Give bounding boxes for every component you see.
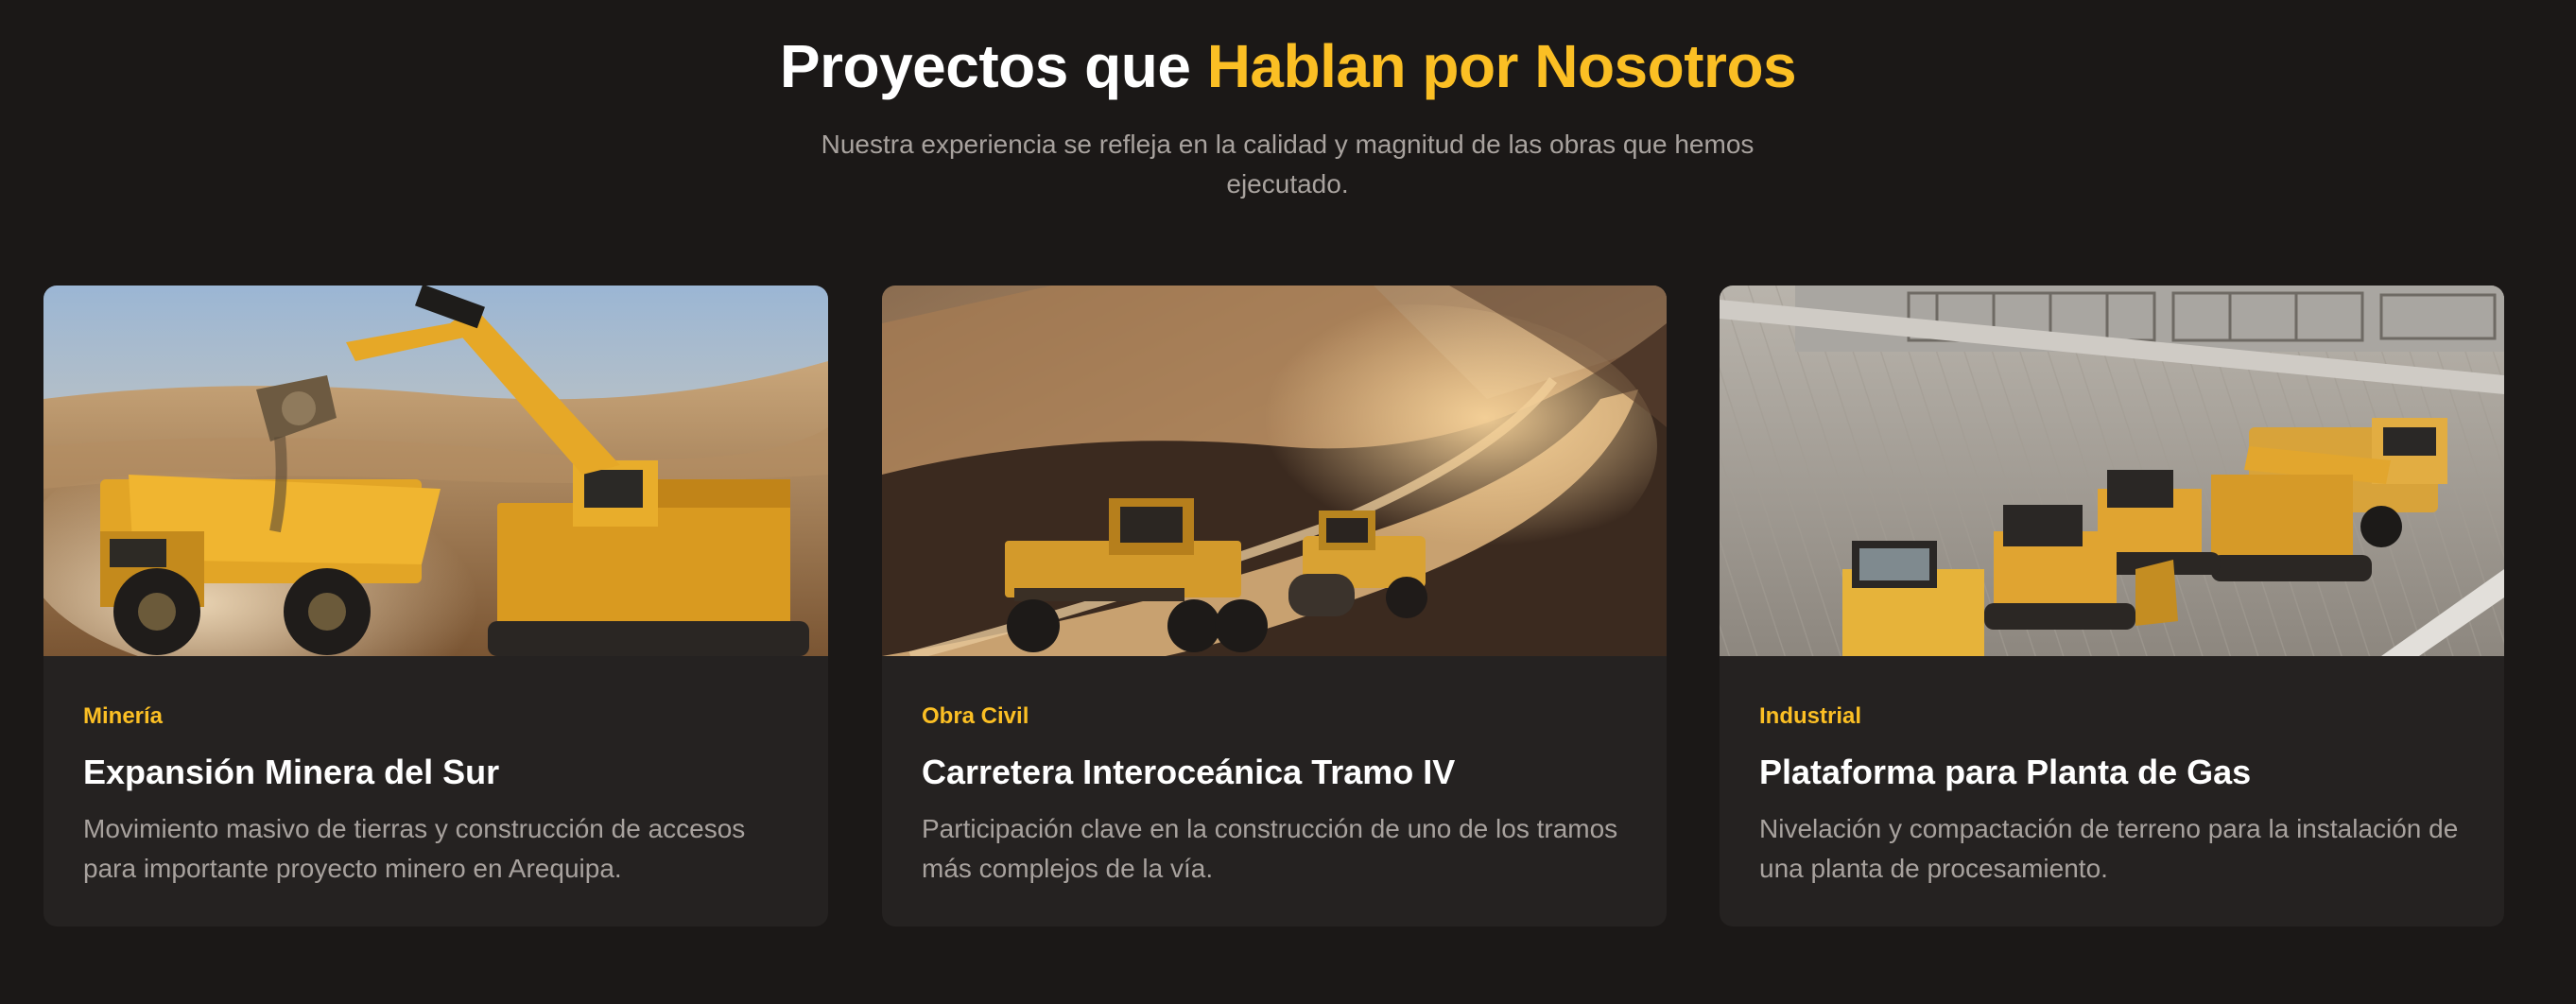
- project-card-industrial[interactable]: Industrial Plataforma para Planta de Gas…: [1720, 286, 2504, 926]
- project-title: Expansión Minera del Sur: [83, 753, 500, 791]
- project-title: Plataforma para Planta de Gas: [1759, 753, 2252, 791]
- project-description: Movimiento masivo de tierras y construcc…: [83, 814, 746, 883]
- project-category: Minería: [83, 703, 164, 729]
- project-category: Obra Civil: [922, 703, 1029, 729]
- project-title: Carretera Interoceánica Tramo IV: [922, 753, 1456, 791]
- project-category: Industrial: [1759, 703, 1862, 729]
- project-image-mining: [43, 286, 828, 656]
- section-title-accent: Hablan por Nosotros: [1206, 32, 1797, 100]
- project-description: Nivelación y compactación de terreno par…: [1759, 814, 2459, 883]
- section-title: Proyectos que Hablan por Nosotros: [0, 28, 2576, 104]
- project-image-road: [882, 286, 1667, 656]
- section-title-main: Proyectos que: [779, 32, 1207, 100]
- project-card-mining[interactable]: Minería Expansión Minera del Sur Movimie…: [43, 286, 828, 926]
- project-description: Participación clave en la construcción d…: [922, 814, 1618, 883]
- project-image-industrial: [1720, 286, 2504, 656]
- project-card-road[interactable]: Obra Civil Carretera Interoceánica Tramo…: [882, 286, 1667, 926]
- section-subtitle: Nuestra experiencia se refleja en la cal…: [821, 130, 1755, 199]
